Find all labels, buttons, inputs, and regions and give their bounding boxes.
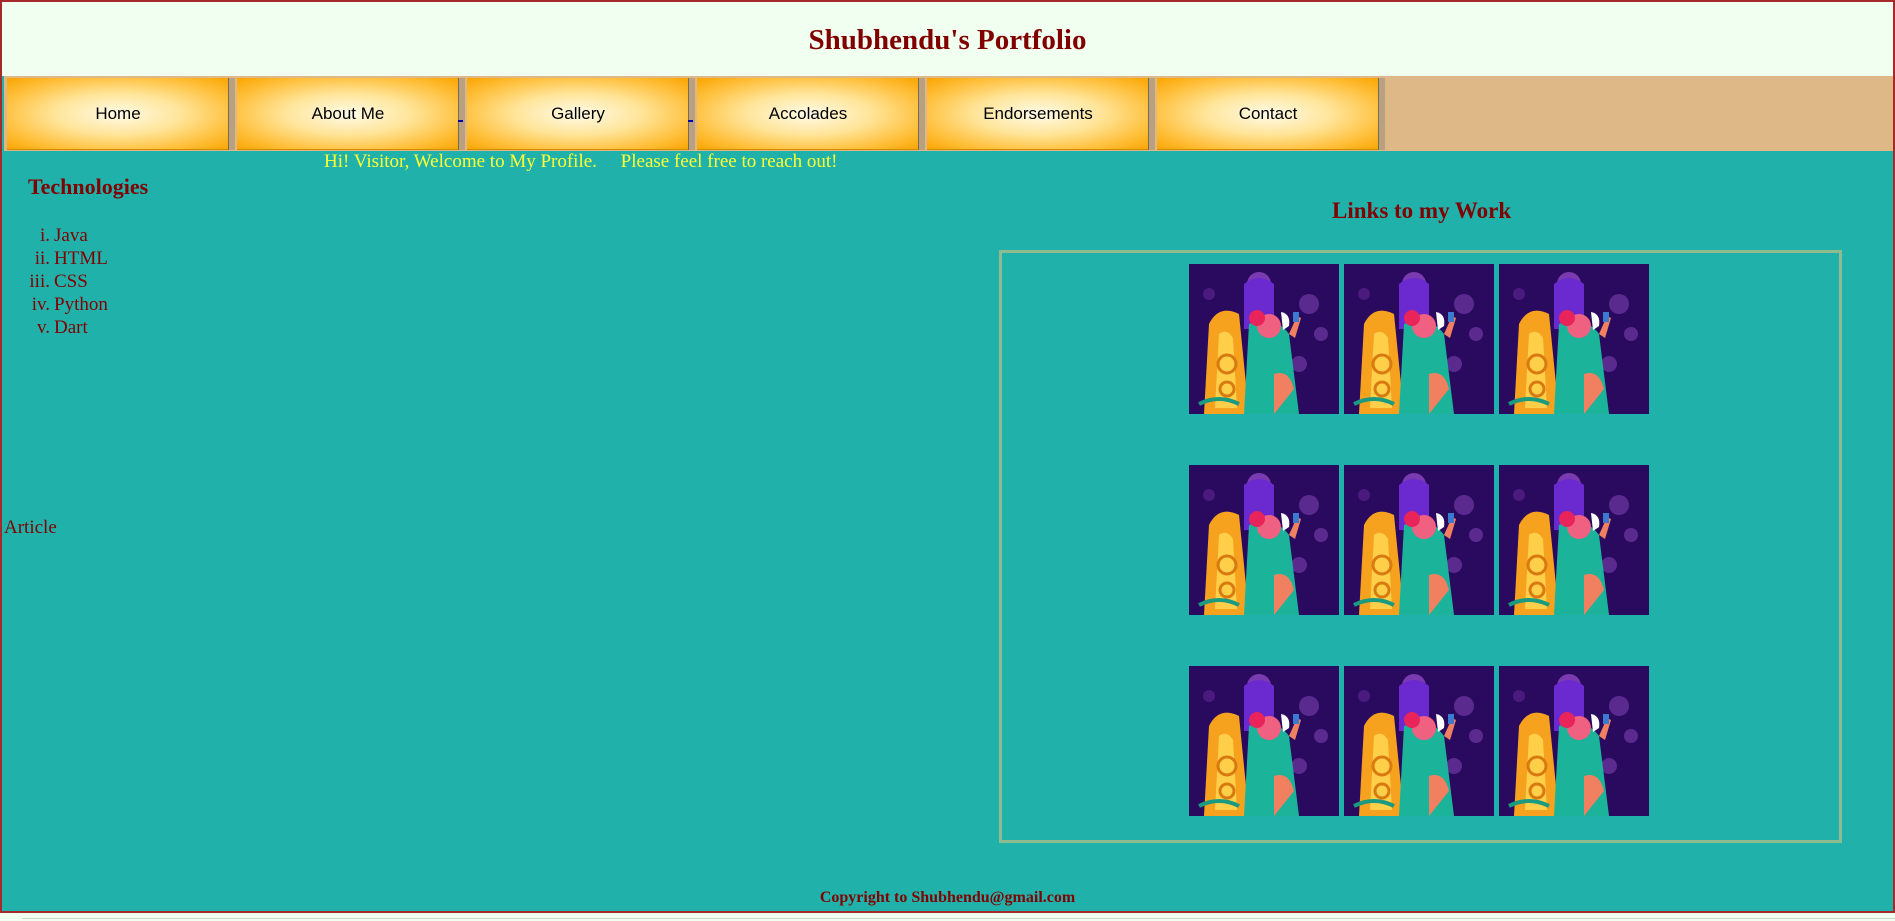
people-illustration-icon[interactable] [1189, 666, 1339, 816]
page-frame: Shubhendu's Portfolio Home About Me Gall… [0, 0, 1895, 913]
list-item: iii. CSS [2, 270, 108, 293]
people-illustration-icon[interactable] [1499, 666, 1649, 816]
nav-accolades[interactable]: Accolades [697, 78, 925, 150]
article-label: Article [4, 517, 57, 538]
list-number: ii. [34, 248, 50, 269]
technologies-list: i. Java ii. HTML iii. CSS iv. Python v. Dart [2, 224, 108, 339]
list-label: Dart [54, 317, 88, 338]
list-number: iii. [29, 271, 50, 292]
work-gallery [999, 250, 1842, 843]
site-title: Shubhendu's Portfolio [808, 24, 1087, 56]
people-illustration-icon[interactable] [1189, 465, 1339, 615]
list-label: CSS [54, 271, 88, 292]
site-header: Shubhendu's Portfolio [2, 2, 1893, 76]
nav-gallery[interactable]: Gallery [467, 78, 695, 150]
list-item: v. Dart [2, 316, 108, 339]
work-heading: Links to my Work [1332, 198, 1512, 223]
nav-about-me[interactable]: About Me [237, 78, 465, 150]
people-illustration-icon[interactable] [1499, 465, 1649, 615]
list-label: Python [54, 294, 108, 315]
bottom-scroll-line [22, 918, 1895, 919]
nav-home[interactable]: Home [7, 78, 235, 150]
list-item: ii. HTML [2, 247, 108, 270]
technologies-heading: Technologies [28, 174, 149, 199]
list-number: v. [36, 317, 50, 338]
people-illustration-icon[interactable] [1344, 264, 1494, 414]
copyright-text: Copyright to Shubhendu@gmail.com [819, 889, 1076, 906]
nav-link-underline [688, 120, 693, 122]
welcome-message: Hi! Visitor, Welcome to My Profile. Plea… [324, 151, 838, 172]
bottom-strip [0, 913, 1895, 921]
list-label: Java [54, 225, 88, 246]
people-illustration-icon[interactable] [1344, 465, 1494, 615]
list-item: i. Java [2, 224, 108, 247]
people-illustration-icon[interactable] [1189, 264, 1339, 414]
list-number: iv. [31, 294, 50, 315]
people-illustration-icon[interactable] [1499, 264, 1649, 414]
list-label: HTML [54, 248, 108, 269]
nav-link-underline [458, 120, 463, 122]
list-number: i. [39, 225, 50, 246]
nav-contact[interactable]: Contact [1157, 78, 1385, 150]
nav-bar: Home About Me Gallery Accolades Endorsem… [4, 76, 1893, 151]
list-item: iv. Python [2, 293, 108, 316]
nav-endorsements[interactable]: Endorsements [927, 78, 1155, 150]
people-illustration-icon[interactable] [1344, 666, 1494, 816]
